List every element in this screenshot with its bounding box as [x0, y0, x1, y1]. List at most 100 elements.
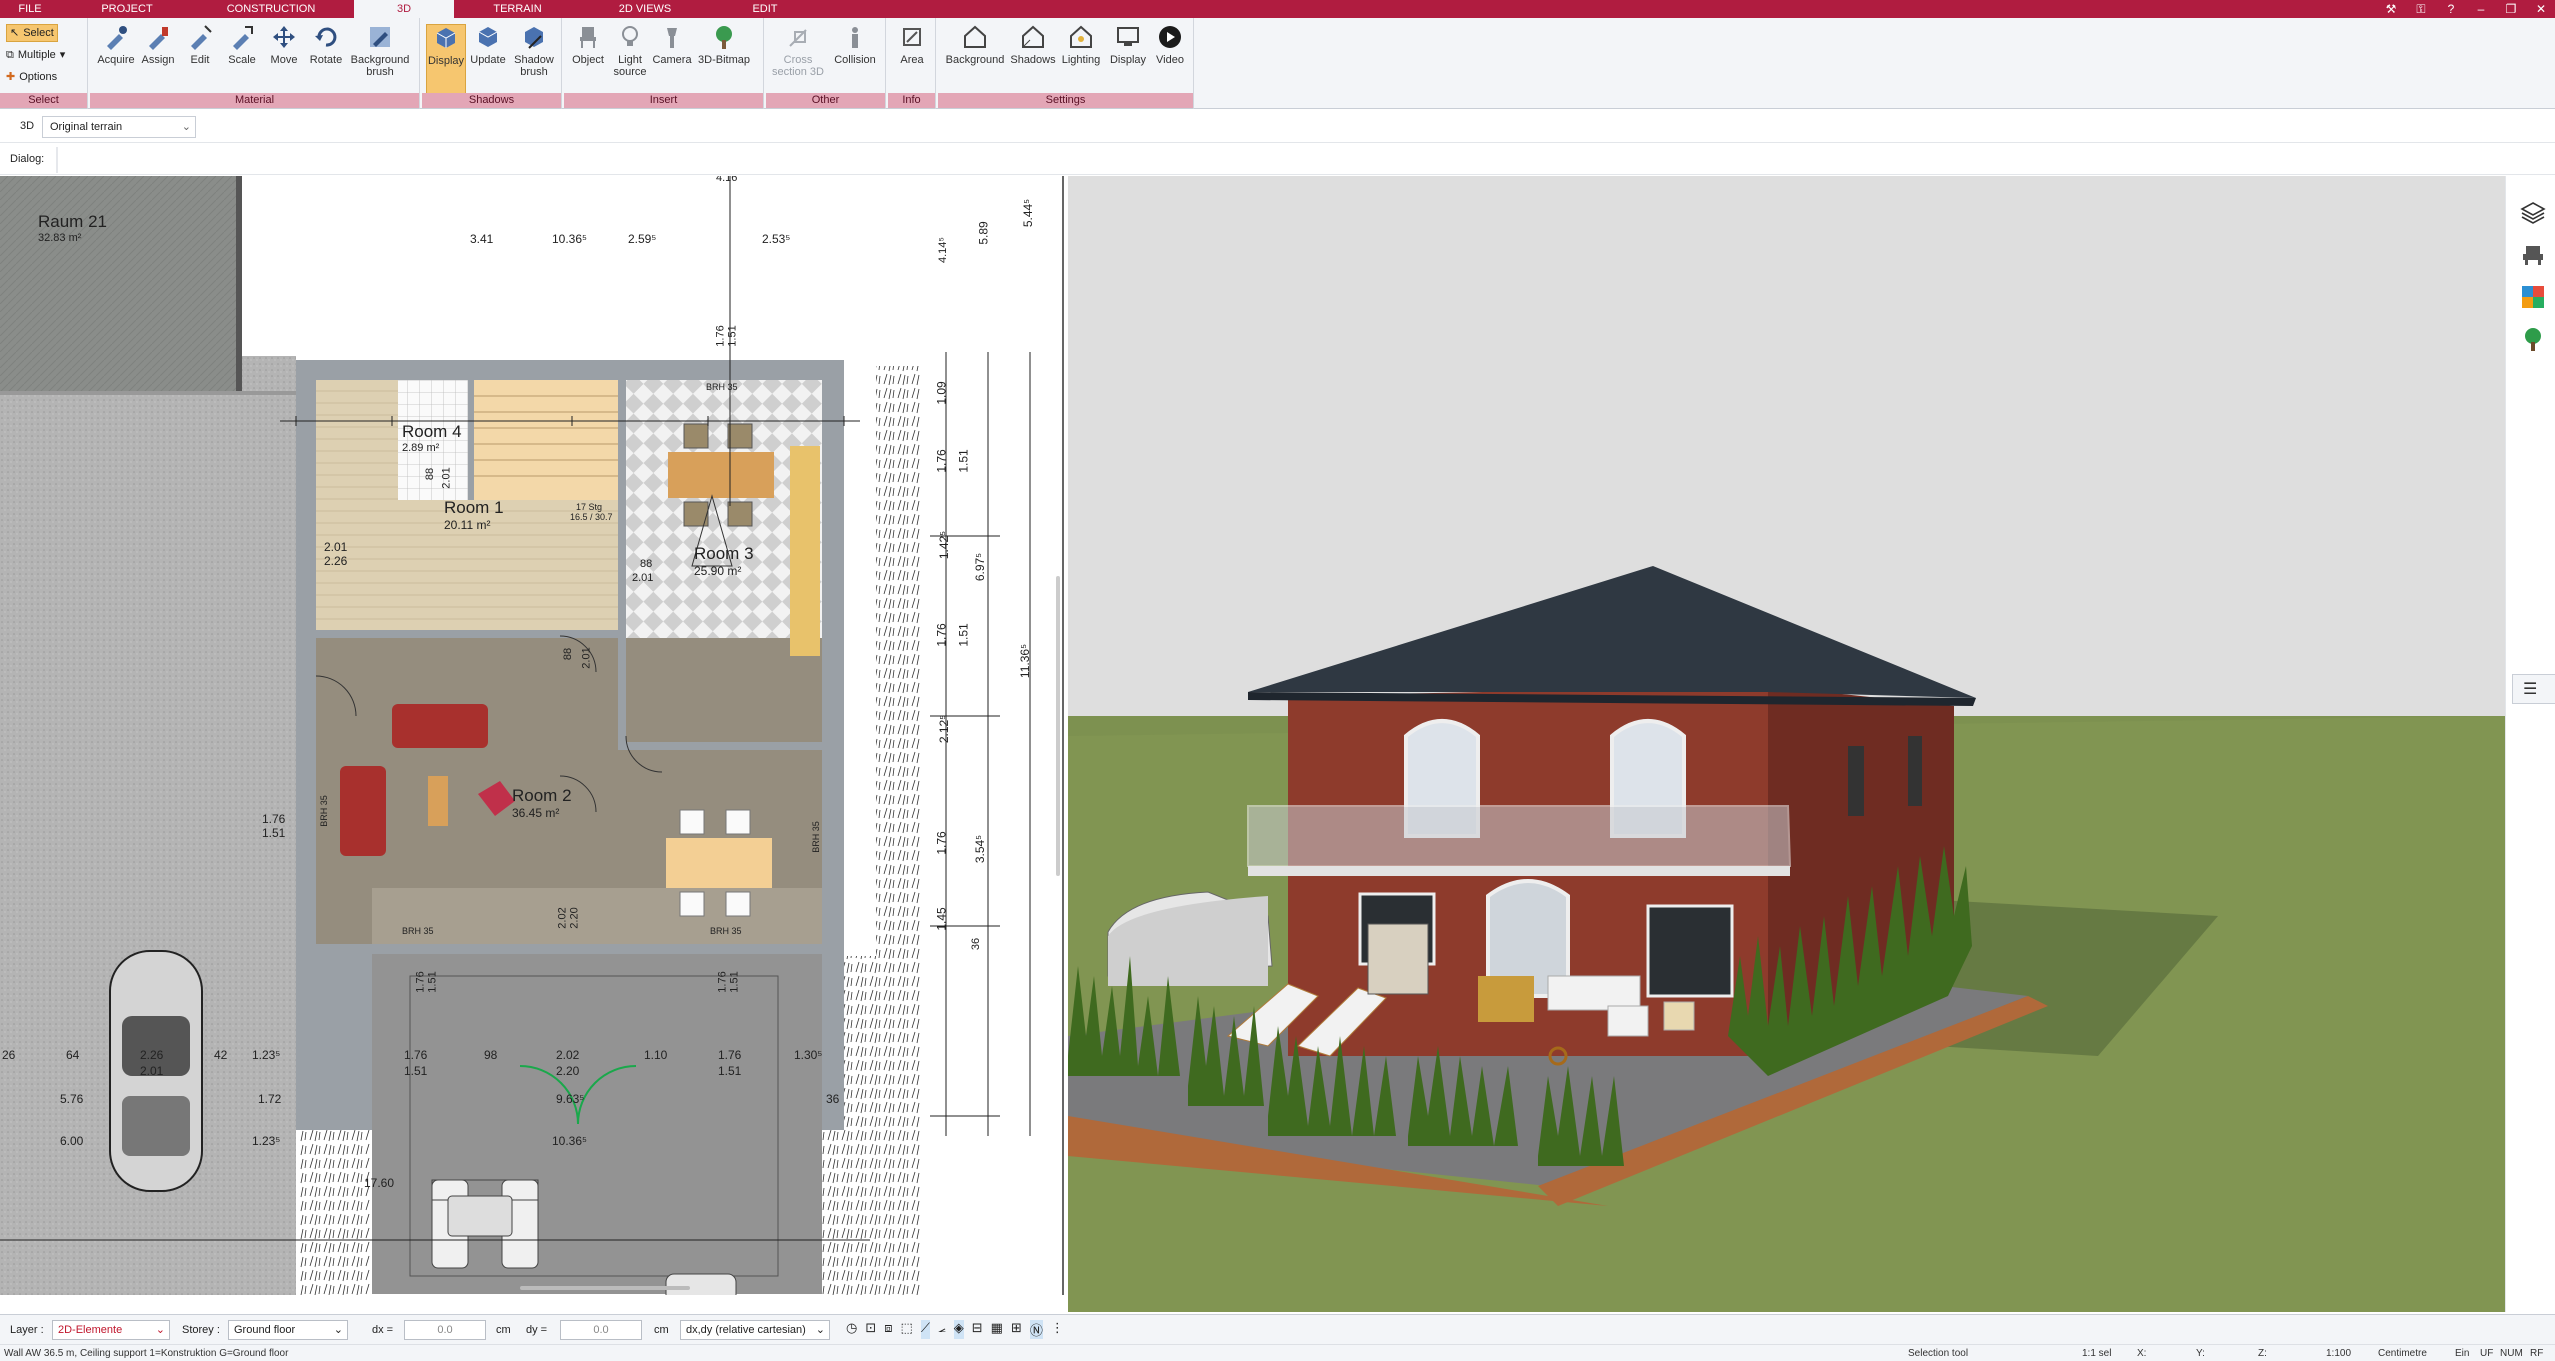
vertical-scrollbar[interactable]: [1056, 576, 1060, 876]
mode-label: 3D: [20, 120, 35, 132]
acquire-button[interactable]: Acquire: [96, 24, 136, 96]
layer-select[interactable]: 2D-Elemente ⌄: [52, 1320, 170, 1340]
storey-value: Ground floor: [234, 1324, 296, 1336]
video-button[interactable]: Video: [1150, 24, 1190, 96]
room-area-raum-21: 32.83 m²: [38, 232, 82, 244]
tab-terrain[interactable]: TERRAIN: [460, 0, 575, 18]
snap-active-icon[interactable]: ◈: [953, 1320, 964, 1339]
panel-toggle[interactable]: ☰: [2512, 674, 2555, 704]
plant-icon[interactable]: [2520, 326, 2546, 352]
move-button[interactable]: Move: [264, 24, 304, 96]
tools-icon[interactable]: ⚒: [2383, 2, 2399, 16]
area-button[interactable]: Area: [892, 24, 932, 96]
cross-section-icon: [789, 29, 807, 47]
snap-angle-icon[interactable]: ⦟: [938, 1320, 946, 1339]
ribbon-tab-bar: FILE PROJECT CONSTRUCTION 3D TERRAIN 2D …: [0, 0, 2555, 18]
layers-icon[interactable]: [2520, 200, 2546, 226]
coordinate-mode-value: dx,dy (relative cartesian): [686, 1324, 806, 1336]
dy-input[interactable]: 0.0: [560, 1320, 642, 1340]
display-settings-button[interactable]: Display: [1106, 24, 1150, 96]
brh-label: BRH 35: [318, 795, 329, 827]
garage-edge: [0, 391, 296, 395]
lock-icon[interactable]: ⚿: [2413, 2, 2429, 17]
lighting-button[interactable]: Lighting: [1058, 24, 1104, 96]
dimension-right: 1.76: [934, 449, 949, 473]
minimize-icon[interactable]: –: [2473, 2, 2489, 16]
ribbon: ↖ Select ⧉ Multiple ▾ ✚ Options Select Acqui…: [0, 18, 2555, 109]
tab-construction[interactable]: CONSTRUCTION: [196, 0, 346, 18]
dimension-bottom: 9.63⁵: [556, 1092, 585, 1106]
grid-icon[interactable]: ▦: [991, 1320, 1003, 1339]
3d-bitmap-button[interactable]: 3D-Bitmap: [694, 24, 754, 96]
snap-point-icon[interactable]: ⊡: [865, 1320, 876, 1339]
floor-plan-canvas[interactable]: [0, 176, 1064, 1295]
terrain-dropdown[interactable]: Original terrain ⌄: [42, 116, 196, 138]
more-options-icon[interactable]: ⋮: [1051, 1320, 1064, 1339]
snap-ortho-icon[interactable]: ⊟: [972, 1320, 983, 1339]
select-button[interactable]: ↖ Select: [6, 24, 58, 42]
chevron-down-icon: ▾: [59, 49, 66, 61]
multiple-label: Multiple: [17, 49, 56, 61]
dimension-bottom: 26: [2, 1048, 16, 1062]
acquire-label: Acquire: [97, 54, 135, 66]
snap-grid-icon[interactable]: ⊞: [1011, 1320, 1022, 1339]
materials-palette-icon[interactable]: [2520, 284, 2546, 310]
layer-value: 2D-Elemente: [58, 1324, 123, 1336]
status-scale: 1:100: [2326, 1348, 2352, 1359]
snap-intersection-icon[interactable]: ⬚: [901, 1320, 913, 1339]
3d-scene[interactable]: [1068, 176, 2505, 1312]
dimension-top: 3.41: [470, 232, 494, 246]
update-label: Update: [470, 54, 506, 66]
3d-view[interactable]: [1068, 176, 2505, 1312]
snap-line-icon[interactable]: ⟋: [920, 1320, 930, 1339]
clock-icon[interactable]: ◷: [846, 1320, 857, 1339]
object-button[interactable]: Object: [568, 24, 608, 96]
update-shadows-button[interactable]: Update: [468, 24, 508, 96]
house-shadow-icon: [1022, 25, 1044, 48]
tab-file[interactable]: FILE: [0, 0, 60, 18]
camera-button[interactable]: Camera: [652, 24, 692, 96]
coordinate-mode-select[interactable]: dx,dy (relative cartesian) ⌄: [680, 1320, 830, 1340]
multiple-button[interactable]: ⧉ Multiple ▾: [6, 46, 65, 64]
north-icon[interactable]: Ⓝ: [1029, 1320, 1043, 1339]
storey-select[interactable]: Ground floor ⌄: [228, 1320, 348, 1340]
snap-midpoint-icon[interactable]: ⧈: [884, 1320, 892, 1339]
light-source-button[interactable]: Light source: [610, 24, 650, 96]
edit-material-button[interactable]: Edit: [180, 24, 220, 96]
brh-label: BRH 35: [706, 382, 738, 392]
horizontal-scrollbar[interactable]: [520, 1286, 690, 1290]
close-icon[interactable]: ✕: [2533, 2, 2549, 16]
edit-label: Edit: [190, 54, 210, 66]
window-label: 1.76: [714, 325, 727, 347]
tab-project[interactable]: PROJECT: [62, 0, 192, 18]
assign-button[interactable]: Assign: [138, 24, 178, 96]
edit-material-icon: [191, 25, 212, 50]
help-icon[interactable]: ?: [2443, 2, 2459, 16]
cursor-icon: ↖: [10, 27, 20, 39]
shadow-brush-button[interactable]: Shadow brush: [510, 24, 558, 96]
dx-input[interactable]: 0.0: [404, 1320, 486, 1340]
background-brush-button[interactable]: Background brush: [348, 24, 412, 96]
cross-section-3d-button[interactable]: Cross section 3D: [772, 24, 824, 96]
tab-3d[interactable]: 3D: [354, 0, 454, 18]
armchair-icon[interactable]: [2520, 242, 2546, 268]
paint-brush-icon: [149, 27, 168, 50]
scale-button[interactable]: Scale: [222, 24, 262, 96]
cross-section-label: Cross section 3D: [772, 54, 824, 78]
dimension-bottom: 64: [66, 1048, 80, 1062]
plus-icon: ✚: [6, 71, 16, 83]
floor-plan-view[interactable]: Raum 21 32.83 m² Room 4 2.89 m² Room 1 2…: [0, 176, 1064, 1295]
tab-2d-views[interactable]: 2D VIEWS: [580, 0, 710, 18]
collision-button[interactable]: Collision: [830, 24, 880, 96]
tab-edit[interactable]: EDIT: [715, 0, 815, 18]
rotate-button[interactable]: Rotate: [306, 24, 346, 96]
shadows-settings-button[interactable]: Shadows: [1010, 24, 1056, 96]
background-button[interactable]: Background: [944, 24, 1006, 96]
ribbon-group-settings: Background Shadows Lighting Display Vide…: [938, 18, 1194, 109]
status-num: NUM: [2500, 1348, 2523, 1359]
display-settings-label: Display: [1109, 54, 1147, 66]
options-button[interactable]: ✚ Options: [6, 68, 57, 86]
dimension-right: 1.76: [934, 831, 949, 855]
display-shadows-button[interactable]: Display: [426, 24, 466, 96]
restore-icon[interactable]: ❐: [2503, 2, 2519, 16]
